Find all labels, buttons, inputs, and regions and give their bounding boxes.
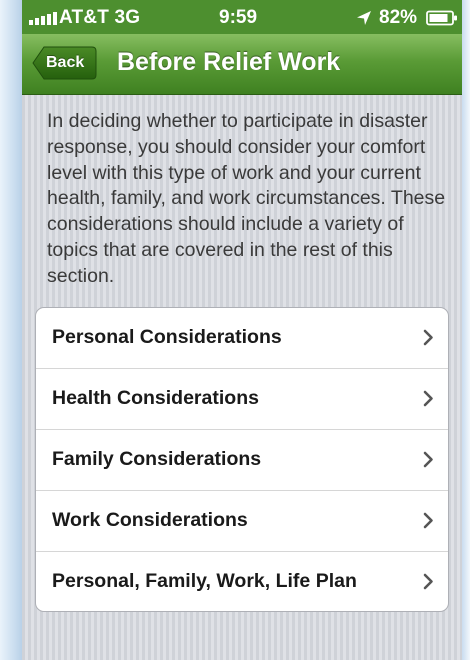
chevron-right-icon	[423, 329, 433, 346]
list-item-label: Family Considerations	[52, 448, 262, 470]
list-item-family-considerations[interactable]: Family Considerations	[36, 430, 448, 491]
signal-bars-icon	[29, 11, 61, 25]
network-type: 3G	[114, 7, 141, 28]
phone-screen: AT&T 3G 9:59 82% Back Before Relief Work…	[22, 0, 462, 660]
list-item-label: Personal, Family, Work, Life Plan	[52, 570, 357, 592]
back-button-label: Back	[46, 54, 85, 71]
intro-paragraph: In deciding whether to participate in di…	[47, 110, 446, 287]
list-item-health-considerations[interactable]: Health Considerations	[36, 369, 448, 430]
chevron-right-icon	[423, 573, 433, 590]
list-item-label: Personal Considerations	[52, 326, 282, 348]
chevron-right-icon	[423, 512, 433, 529]
status-bar: AT&T 3G 9:59 82%	[22, 0, 462, 34]
list-item-life-plan[interactable]: Personal, Family, Work, Life Plan	[36, 552, 448, 611]
carrier-label: AT&T 3G	[59, 7, 141, 28]
battery-percentage: 82%	[379, 7, 418, 28]
chevron-right-icon	[423, 451, 433, 468]
status-time: 9:59	[219, 7, 258, 28]
list-item-work-considerations[interactable]: Work Considerations	[36, 491, 448, 552]
list-item-label: Work Considerations	[52, 509, 248, 531]
chevron-right-icon	[423, 390, 433, 407]
back-button[interactable]: Back	[32, 46, 97, 80]
list-item-personal-considerations[interactable]: Personal Considerations	[36, 308, 448, 369]
background-right-frame	[462, 0, 470, 660]
list-item-label: Health Considerations	[52, 387, 259, 409]
battery-icon	[426, 10, 457, 26]
location-arrow-icon	[357, 11, 371, 25]
navigation-bar: Back Before Relief Work	[22, 34, 462, 95]
considerations-list: Personal Considerations Health Considera…	[35, 307, 449, 612]
background-left-frame	[0, 0, 22, 660]
page-title: Before Relief Work	[117, 48, 341, 76]
